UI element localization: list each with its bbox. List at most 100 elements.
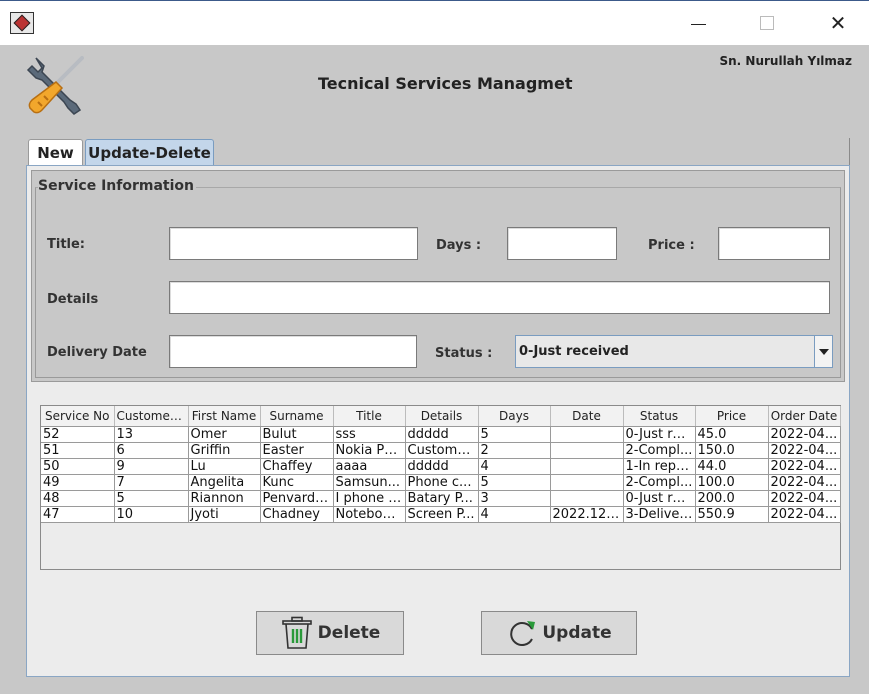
table-row[interactable]: 51 6 Griffin Easter Nokia Ph... Custome.…	[41, 442, 841, 459]
table-cell[interactable]: ddddd	[405, 425, 479, 443]
table-cell[interactable]: sss	[333, 425, 406, 443]
table-cell[interactable]: Chadney	[260, 506, 334, 523]
table-cell[interactable]	[550, 425, 624, 443]
table-cell[interactable]: Lu	[188, 458, 261, 475]
column-header[interactable]: First Name	[188, 406, 261, 427]
table-cell[interactable]: Phone c...	[405, 474, 479, 491]
table-cell[interactable]: 2022-04...	[768, 490, 841, 507]
table-cell[interactable]: Nokia Ph...	[333, 442, 406, 459]
table-cell[interactable]: I phone 11	[333, 490, 406, 507]
delivery-date-input[interactable]	[169, 335, 417, 368]
table-cell[interactable]: Samsun...	[333, 474, 406, 491]
table-row[interactable]: 50 9 Lu Chaffey aaaa ddddd 4 1-In repair…	[41, 458, 841, 475]
table-cell[interactable]: 6	[114, 442, 189, 459]
tab-new[interactable]: New	[28, 139, 83, 166]
table-cell[interactable]: Chaffey	[260, 458, 334, 475]
table-cell[interactable]: 3-Deliver...	[623, 506, 696, 523]
details-input[interactable]	[169, 281, 830, 314]
update-button[interactable]: Update	[481, 611, 637, 655]
table-cell[interactable]: 7	[114, 474, 189, 491]
delete-button[interactable]: Delete	[256, 611, 404, 655]
status-dropdown[interactable]: 0-Just received	[515, 335, 833, 368]
table-cell[interactable]: Easter	[260, 442, 334, 459]
table-cell[interactable]: Batary P...	[405, 490, 479, 507]
table-cell[interactable]: 200.0	[695, 490, 769, 507]
table-cell[interactable]: 2022-04...	[768, 474, 841, 491]
table-cell[interactable]: 2022.12....	[550, 506, 624, 523]
table-cell[interactable]: 45.0	[695, 425, 769, 443]
table-cell[interactable]: Noteboo...	[333, 506, 406, 523]
table-cell[interactable]: Custome...	[405, 442, 479, 459]
table-cell[interactable]: 2	[478, 442, 551, 459]
table-cell[interactable]: 51	[41, 442, 115, 459]
chevron-down-icon[interactable]	[814, 336, 832, 367]
table-cell[interactable]: 2022-04...	[768, 442, 841, 459]
table-cell[interactable]: 52	[41, 425, 115, 443]
table-cell[interactable]: 3	[478, 490, 551, 507]
column-header[interactable]: Days	[478, 406, 551, 427]
table-cell[interactable]: 2022-04...	[768, 425, 841, 443]
table-cell[interactable]: 2022-04...	[768, 458, 841, 475]
table-cell[interactable]: 2-Compl...	[623, 474, 696, 491]
column-header[interactable]: Service No	[41, 406, 115, 427]
table-cell[interactable]: 2-Compl...	[623, 442, 696, 459]
table-cell[interactable]: Angelita	[188, 474, 261, 491]
table-cell[interactable]: 0-Just re...	[623, 490, 696, 507]
table-cell[interactable]: Screen P...	[405, 506, 479, 523]
table-cell[interactable]: 4	[478, 458, 551, 475]
table-row[interactable]: 49 7 Angelita Kunc Samsun... Phone c... …	[41, 474, 841, 491]
table-row[interactable]: 48 5 Riannon Penvarden I phone 11 Batary…	[41, 490, 841, 507]
table-cell[interactable]: 44.0	[695, 458, 769, 475]
table-row[interactable]: 52 13 Ömer Bulut sss ddddd 5 0-Just re..…	[41, 425, 841, 443]
table-cell[interactable]	[550, 474, 624, 491]
table-cell[interactable]: aaaa	[333, 458, 406, 475]
table-cell[interactable]	[550, 442, 624, 459]
table-cell[interactable]: Griffin	[188, 442, 261, 459]
update-button-label: Update	[542, 623, 612, 643]
column-header[interactable]: Order Date	[768, 406, 841, 427]
table-cell[interactable]: Kunc	[260, 474, 334, 491]
price-input[interactable]	[718, 227, 830, 260]
table-cell[interactable]: 1-In repair	[623, 458, 696, 475]
table-row[interactable]: 47 10 Jyoti Chadney Noteboo... Screen P.…	[41, 506, 841, 523]
minimize-button[interactable]	[675, 8, 721, 38]
table-cell[interactable]: ddddd	[405, 458, 479, 475]
table-cell[interactable]: 150.0	[695, 442, 769, 459]
maximize-button[interactable]	[744, 8, 790, 38]
table-cell[interactable]: 13	[114, 425, 189, 443]
table-cell[interactable]: Ömer	[188, 425, 261, 443]
table-cell[interactable]: Bulut	[260, 425, 334, 443]
status-label: Status :	[435, 346, 493, 361]
table-cell[interactable]: Penvarden	[260, 490, 334, 507]
table-cell[interactable]	[550, 458, 624, 475]
column-header[interactable]: Surname	[260, 406, 334, 427]
table-cell[interactable]	[550, 490, 624, 507]
services-table[interactable]: Service No Customer ... First Name Surna…	[40, 405, 841, 570]
table-cell[interactable]: 50	[41, 458, 115, 475]
table-cell[interactable]: 47	[41, 506, 115, 523]
column-header[interactable]: Details	[405, 406, 479, 427]
table-cell[interactable]: 9	[114, 458, 189, 475]
table-cell[interactable]: 5	[478, 474, 551, 491]
column-header[interactable]: Date	[550, 406, 624, 427]
column-header[interactable]: Customer ...	[114, 406, 189, 427]
table-cell[interactable]: 5	[478, 425, 551, 443]
table-cell[interactable]: 5	[114, 490, 189, 507]
title-input[interactable]	[169, 227, 418, 260]
table-cell[interactable]: 49	[41, 474, 115, 491]
table-cell[interactable]: 550.9	[695, 506, 769, 523]
table-cell[interactable]: 4	[478, 506, 551, 523]
column-header[interactable]: Title	[333, 406, 406, 427]
table-cell[interactable]: 100.0	[695, 474, 769, 491]
table-cell[interactable]: 0-Just re...	[623, 425, 696, 443]
column-header[interactable]: Price	[695, 406, 769, 427]
days-input[interactable]	[507, 227, 617, 260]
tab-update-delete[interactable]: Update-Delete	[85, 139, 214, 166]
table-cell[interactable]: 48	[41, 490, 115, 507]
column-header[interactable]: Status	[623, 406, 696, 427]
close-button[interactable]: ✕	[815, 8, 861, 38]
table-cell[interactable]: 10	[114, 506, 189, 523]
table-cell[interactable]: Riannon	[188, 490, 261, 507]
table-cell[interactable]: 2022-04...	[768, 506, 841, 523]
table-cell[interactable]: Jyoti	[188, 506, 261, 523]
